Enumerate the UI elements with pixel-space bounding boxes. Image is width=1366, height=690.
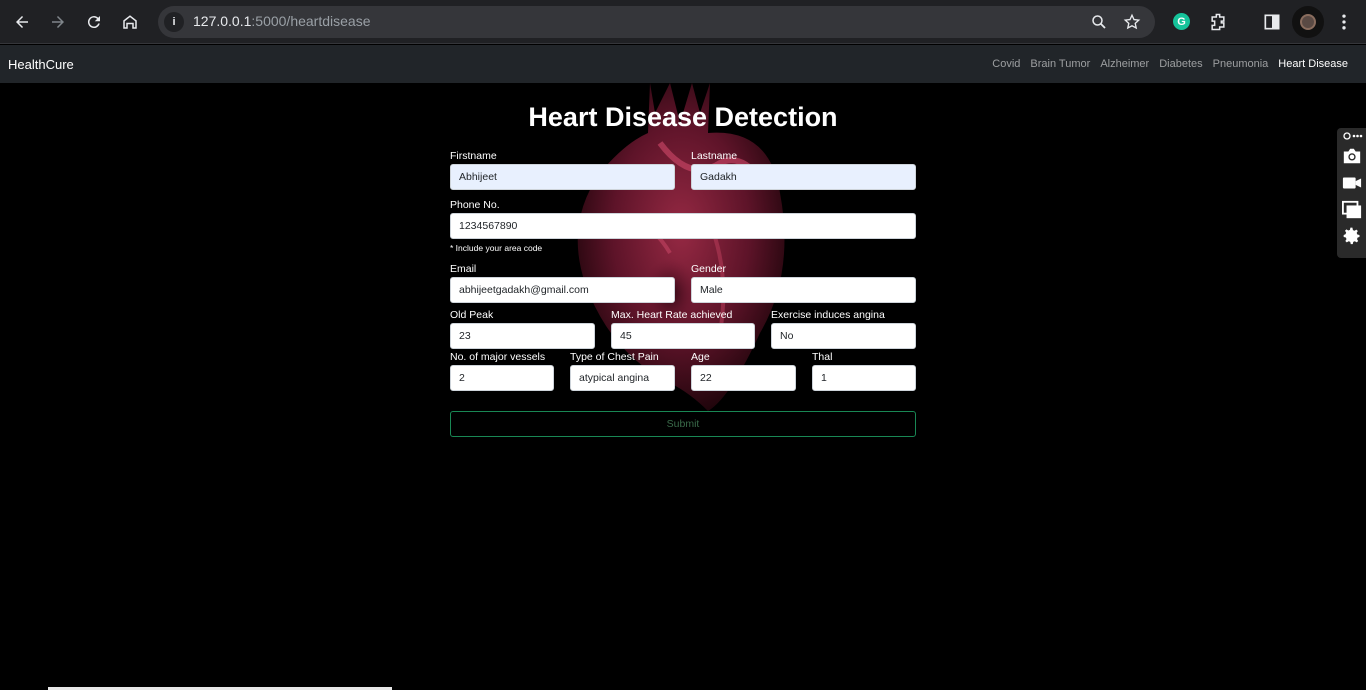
gender-input[interactable]: Male bbox=[691, 277, 916, 303]
lastname-input[interactable]: Gadakh bbox=[691, 164, 916, 190]
chest-pain-label: Type of Chest Pain bbox=[570, 351, 659, 363]
nav-link-alzheimer[interactable]: Alzheimer bbox=[1095, 58, 1154, 70]
phone-help-text: * Include your area code bbox=[450, 243, 543, 253]
forward-icon[interactable] bbox=[44, 8, 72, 36]
lastname-label: Lastname bbox=[691, 150, 738, 162]
exercise-angina-label: Exercise induces angina bbox=[771, 309, 885, 321]
exercise-angina-input[interactable]: No bbox=[771, 323, 916, 349]
nav-link-diabetes[interactable]: Diabetes bbox=[1154, 58, 1207, 70]
max-heart-rate-label: Max. Heart Rate achieved bbox=[611, 309, 733, 321]
old-peak-input[interactable]: 23 bbox=[450, 323, 595, 349]
window-capture-icon[interactable] bbox=[1341, 200, 1363, 220]
side-panel-icon[interactable] bbox=[1262, 12, 1282, 32]
bookmark-star-icon[interactable] bbox=[1123, 13, 1141, 31]
back-icon[interactable] bbox=[8, 8, 36, 36]
nav-link-pneumonia[interactable]: Pneumonia bbox=[1208, 58, 1274, 70]
url-text: 127.0.0.1:5000/heartdisease bbox=[193, 13, 371, 29]
phone-input[interactable]: 1234567890 bbox=[450, 213, 916, 239]
major-vessels-input[interactable]: 2 bbox=[450, 365, 554, 391]
chest-pain-input[interactable]: atypical angina bbox=[570, 365, 675, 391]
zoom-icon[interactable] bbox=[1090, 13, 1108, 31]
toolbar-options-icon[interactable] bbox=[1341, 130, 1363, 142]
brand-logo[interactable]: HealthCure bbox=[8, 57, 74, 72]
submit-button[interactable]: Submit bbox=[450, 411, 916, 437]
capture-toolbar bbox=[1337, 128, 1366, 258]
old-peak-label: Old Peak bbox=[450, 309, 494, 321]
nav-links: Covid Brain Tumor Alzheimer Diabetes Pne… bbox=[987, 58, 1353, 70]
email-input[interactable]: abhijeetgadakh@gmail.com bbox=[450, 277, 675, 303]
camera-icon[interactable] bbox=[1341, 146, 1363, 166]
nav-link-covid[interactable]: Covid bbox=[987, 58, 1025, 70]
nav-link-heart-disease[interactable]: Heart Disease bbox=[1273, 58, 1353, 70]
profile-avatar[interactable] bbox=[1292, 6, 1324, 38]
settings-gear-icon[interactable] bbox=[1341, 226, 1363, 246]
age-input[interactable]: 22 bbox=[691, 365, 796, 391]
site-info-icon[interactable]: i bbox=[164, 12, 184, 32]
extensions-icon[interactable] bbox=[1208, 12, 1228, 32]
email-label: Email bbox=[450, 263, 477, 275]
video-camera-icon[interactable] bbox=[1341, 173, 1363, 193]
max-heart-rate-input[interactable]: 45 bbox=[611, 323, 755, 349]
page-title: Heart Disease Detection bbox=[528, 102, 838, 132]
app-navbar: HealthCure Covid Brain Tumor Alzheimer D… bbox=[0, 45, 1366, 83]
age-label: Age bbox=[691, 351, 710, 363]
thal-input[interactable]: 1 bbox=[812, 365, 916, 391]
major-vessels-label: No. of major vessels bbox=[450, 351, 546, 363]
thal-label: Thal bbox=[812, 351, 833, 363]
menu-dots-icon[interactable] bbox=[1334, 12, 1354, 32]
gender-label: Gender bbox=[691, 263, 727, 275]
firstname-label: Firstname bbox=[450, 150, 497, 162]
address-bar[interactable]: i 127.0.0.1:5000/heartdisease bbox=[158, 6, 1155, 38]
reload-icon[interactable] bbox=[80, 8, 108, 36]
firstname-input[interactable]: Abhijeet bbox=[450, 164, 675, 190]
home-icon[interactable] bbox=[116, 8, 144, 36]
grammarly-extension-icon[interactable]: G bbox=[1173, 13, 1190, 30]
nav-link-brain-tumor[interactable]: Brain Tumor bbox=[1025, 58, 1095, 70]
browser-toolbar: i 127.0.0.1:5000/heartdisease G bbox=[0, 0, 1366, 44]
phone-label: Phone No. bbox=[450, 199, 500, 211]
